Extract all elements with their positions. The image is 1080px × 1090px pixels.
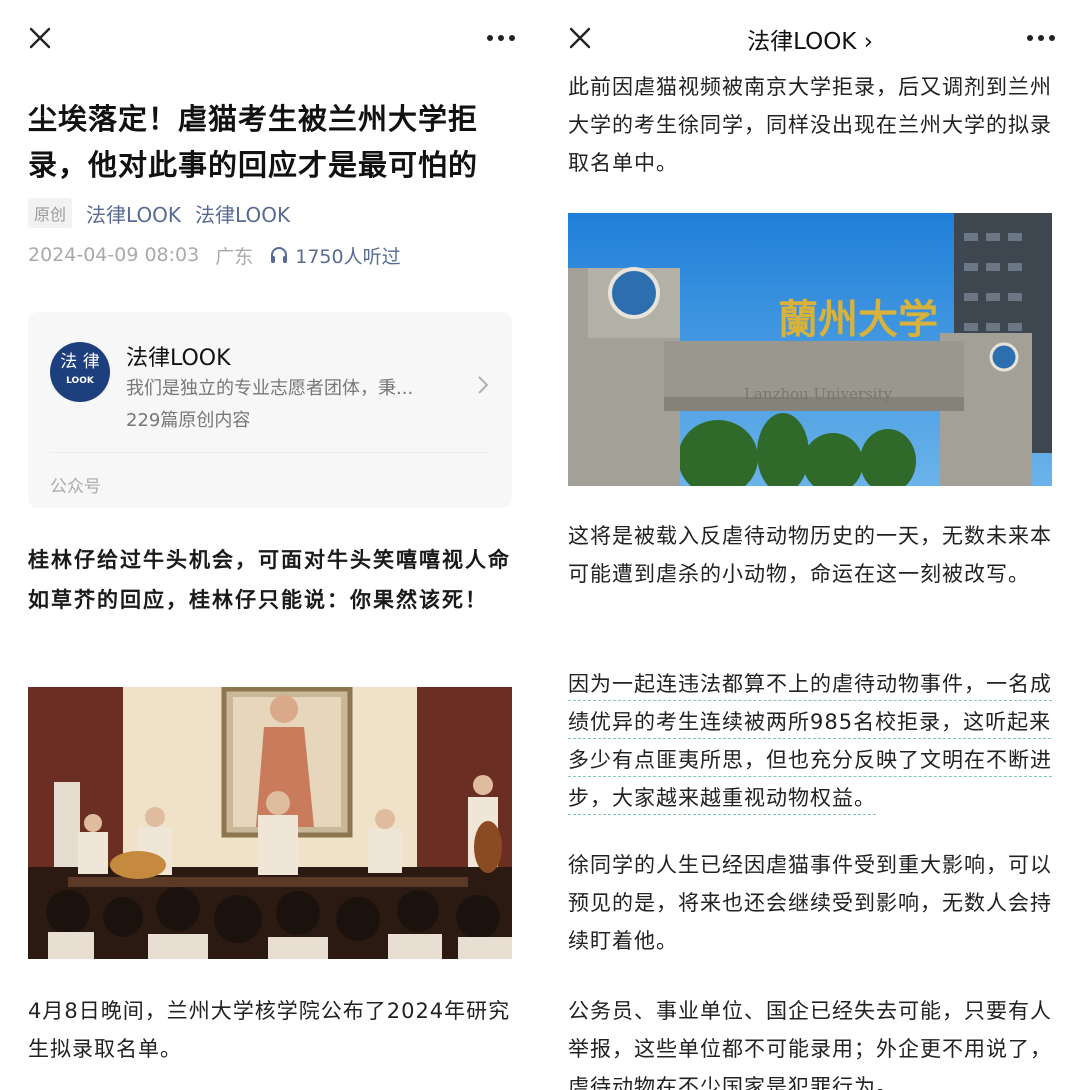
- account-name: 法律LOOK: [126, 346, 231, 371]
- account-card[interactable]: 法 律 LOOK 法律LOOK 我们是独立的专业志愿者团体，秉... 229篇原…: [28, 312, 512, 508]
- topbar-title-text: 法律LOOK: [747, 29, 857, 55]
- avatar-text-bottom: LOOK: [66, 376, 94, 386]
- account-link[interactable]: 法律LOOK: [195, 199, 290, 228]
- body-paragraph-3: 因为一起连违法都算不上的虐待动物事件，一名成绩优异的考生连续被两所985名校拒录…: [568, 665, 1052, 817]
- close-icon[interactable]: [26, 24, 54, 52]
- publish-datetime: 2024-04-09 08:03: [28, 244, 200, 266]
- avatar: 法 律 LOOK: [50, 342, 110, 402]
- body-paragraph-4: 徐同学的人生已经因虐猫事件受到重大影响，可以预见的是，将来也还会继续受到影响，无…: [568, 853, 1052, 953]
- headphones-icon: [271, 247, 288, 263]
- original-badge: 原创: [28, 198, 73, 228]
- article-meta-time: 2024-04-09 08:03 广东 1750人听过: [28, 239, 401, 271]
- body-paragraph-1: 此前因虐猫视频被南京大学拒录，后又调剂到兰州大学的考生徐同学，同样没出现在兰州大…: [568, 75, 1052, 175]
- article-meta: 原创 法律LOOK 法律LOOK: [28, 197, 304, 229]
- more-icon[interactable]: [1024, 26, 1058, 50]
- listen-button[interactable]: 1750人听过: [269, 242, 401, 269]
- account-description: 我们是独立的专业志愿者团体，秉...: [126, 378, 414, 399]
- listen-count: 1750人听过: [295, 245, 401, 268]
- account-title-link[interactable]: 法律LOOK ›: [540, 22, 1080, 56]
- theater-photo: [28, 687, 512, 959]
- gate-english-sign: Lanzhou University: [744, 385, 893, 403]
- lead-paragraph: 桂林仔给过牛头机会，可面对牛头笑嘻嘻视人命如草芥的回应，桂林仔只能说：你果然该死…: [28, 548, 511, 612]
- underlined-text: 因为一起连违法都算不上的虐待动物事件，一名成绩优异的考生连续被两所985名校拒录…: [568, 672, 1052, 810]
- article-title: 尘埃落定！虐猫考生被兰州大学拒录，他对此事的回应才是最可怕的: [28, 102, 479, 182]
- body-paragraph-5: 公务员、事业单位、国企已经失去可能，只要有人举报，这些单位都不可能录用；外企更不…: [568, 999, 1052, 1090]
- publish-region: 广东: [215, 245, 254, 268]
- left-article-panel: 尘埃落定！虐猫考生被兰州大学拒录，他对此事的回应才是最可怕的 原创 法律LOOK…: [0, 0, 540, 1090]
- chevron-right-icon: ›: [863, 29, 873, 55]
- gate-chinese-sign: 蘭州大学: [778, 296, 938, 343]
- divider: [50, 452, 490, 453]
- right-article-panel: 法律LOOK › 此前因虐猫视频被南京大学拒录，后又调剂到兰州大学的考生徐同学，…: [540, 0, 1080, 1090]
- avatar-text-top: 法 律: [60, 352, 100, 372]
- author-link[interactable]: 法律LOOK: [86, 199, 181, 228]
- article-count: 229篇原创内容: [126, 410, 251, 431]
- body-paragraph-2: 这将是被载入反虐待动物历史的一天，无数未来本可能遭到虐杀的小动物，命运在这一刻被…: [568, 524, 1052, 586]
- top-bar: 法律LOOK ›: [540, 0, 1080, 76]
- body-paragraph: 4月8日晚间，兰州大学核学院公布了2024年研究生拟录取名单。: [28, 999, 511, 1061]
- university-gate-photo: Lanzhou University 蘭州大学: [568, 213, 1052, 486]
- more-icon[interactable]: [484, 26, 518, 50]
- chevron-right-icon: [478, 376, 489, 394]
- account-type-label: 公众号: [50, 477, 101, 497]
- top-bar: [0, 0, 540, 76]
